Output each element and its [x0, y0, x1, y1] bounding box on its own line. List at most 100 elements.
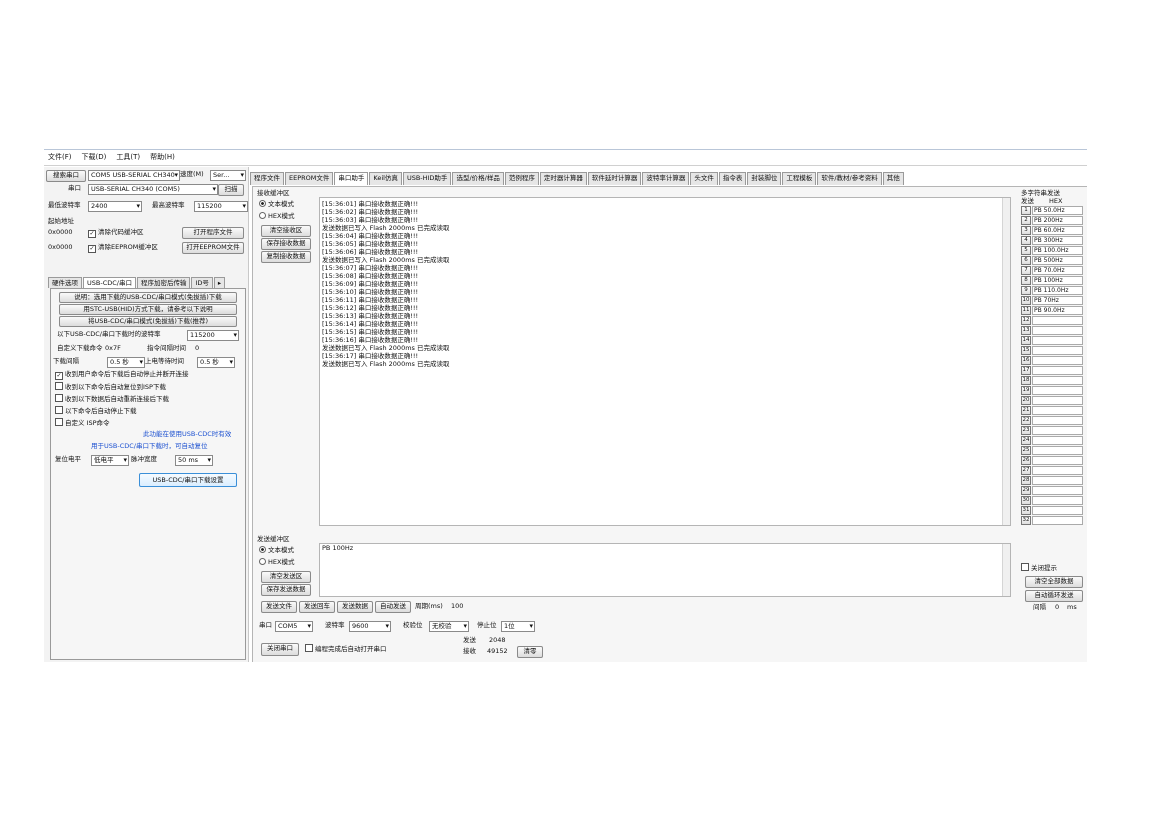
multi-send-button[interactable]: 31	[1021, 506, 1031, 515]
clear-all-button[interactable]: 清空全部数据	[1025, 576, 1083, 588]
multi-string-input[interactable]	[1032, 356, 1083, 365]
save-rx-button[interactable]: 保存接收数据	[261, 238, 311, 250]
multi-string-input[interactable]: PB 60.0Hz	[1032, 226, 1083, 235]
menu-tools[interactable]: 工具(T)	[114, 152, 142, 164]
tab-id[interactable]: ID号	[191, 277, 213, 288]
multi-string-input[interactable]: PB 70.0Hz	[1032, 266, 1083, 275]
multi-send-button[interactable]: 21	[1021, 406, 1031, 415]
tab-usb-hid[interactable]: USB-HID助手	[402, 172, 452, 185]
port-model-select[interactable]: COM5 USB-SERIAL CH340	[88, 170, 180, 181]
multi-send-button[interactable]: 12	[1021, 316, 1031, 325]
usb-info-button-2[interactable]: 用STC-USB(HID)方式下载，请参考以下说明	[59, 304, 237, 315]
rx-scrollbar[interactable]	[1002, 198, 1010, 525]
tab-encrypt[interactable]: 程序加密后传输	[136, 277, 191, 288]
rx-text-mode-radio[interactable]: 文本模式	[259, 200, 294, 209]
multi-string-input[interactable]	[1032, 466, 1083, 475]
open-eeprom-button[interactable]: 打开EEPROM文件	[182, 242, 244, 254]
cmd-value[interactable]: 0x7F	[105, 344, 121, 353]
usb-cdc-settings-button[interactable]: USB-CDC/串口下载设置	[139, 473, 237, 487]
multi-string-input[interactable]	[1032, 506, 1083, 515]
multi-send-button[interactable]: 10	[1021, 296, 1031, 305]
usb-info-button-3[interactable]: 将USB-CDC/串口模式(免拔插)下载(推荐)	[59, 316, 237, 327]
tab-scroll-icon[interactable]: ▸	[213, 277, 226, 288]
multi-send-button[interactable]: 6	[1021, 256, 1031, 265]
multi-string-input[interactable]	[1032, 456, 1083, 465]
tx-scrollbar[interactable]	[1002, 544, 1010, 596]
multi-string-input[interactable]	[1032, 416, 1083, 425]
clear-eeprom-checkbox[interactable]: ✓ 清除EEPROM缓冲区	[88, 243, 158, 253]
multi-send-button[interactable]: 18	[1021, 376, 1031, 385]
multi-send-button[interactable]: 7	[1021, 266, 1031, 275]
rx-textbox[interactable]: [15:36:01] 串口接收数据正确!!! [15:36:02] 串口接收数据正…	[319, 197, 1011, 526]
multi-string-input[interactable]: PB 500Hz	[1032, 256, 1083, 265]
auto-send-button[interactable]: 自动发送	[375, 601, 411, 613]
multi-send-button[interactable]: 17	[1021, 366, 1031, 375]
tab-usb-cdc[interactable]: USB-CDC/串口	[83, 277, 136, 288]
multi-send-button[interactable]: 20	[1021, 396, 1031, 405]
clear-tx-button[interactable]: 清空发送区	[261, 571, 311, 583]
scan-button[interactable]: 扫描	[218, 184, 244, 196]
tx-text-mode-radio[interactable]: 文本模式	[259, 546, 294, 555]
multi-string-input[interactable]	[1032, 476, 1083, 485]
parity-select[interactable]: 无校验	[429, 621, 469, 632]
clear-rx-button[interactable]: 清空接收区	[261, 225, 311, 237]
rx-hex-mode-radio[interactable]: HEX模式	[259, 212, 294, 221]
multi-string-input[interactable]	[1032, 326, 1083, 335]
tx-textbox[interactable]: PB 100Hz	[319, 543, 1011, 597]
copy-rx-button[interactable]: 复制接收数据	[261, 251, 311, 263]
tab-program-file[interactable]: 程序文件	[250, 172, 284, 185]
tab-docs[interactable]: 软件/教材/参考资料	[817, 172, 882, 185]
period-value[interactable]: 100	[451, 602, 463, 611]
multi-string-input[interactable]	[1032, 496, 1083, 505]
tab-eeprom-file[interactable]: EEPROM文件	[285, 172, 334, 185]
multi-string-input[interactable]	[1032, 396, 1083, 405]
tab-keil[interactable]: Keil仿真	[369, 172, 402, 185]
multi-string-input[interactable]: PB 200Hz	[1032, 216, 1083, 225]
save-tx-button[interactable]: 保存发送数据	[261, 584, 311, 596]
close-tip-checkbox[interactable]: 关闭提示	[1021, 563, 1057, 573]
serial-port-select[interactable]: COM5	[275, 621, 313, 632]
interval-select[interactable]: 0.5 秒	[107, 357, 145, 368]
multi-string-input[interactable]	[1032, 376, 1083, 385]
multi-string-input[interactable]: PB 100.0Hz	[1032, 246, 1083, 255]
multi-string-input[interactable]	[1032, 426, 1083, 435]
tab-examples[interactable]: 范例程序	[504, 172, 539, 185]
auto-loop-button[interactable]: 自动循环发送	[1025, 590, 1083, 602]
send-data-button[interactable]: 发送数据	[337, 601, 373, 613]
search-port-button[interactable]: 搜索串口	[46, 170, 86, 182]
multi-string-input[interactable]: PB 110.0Hz	[1032, 286, 1083, 295]
menu-download[interactable]: 下载(D)	[80, 152, 109, 164]
multi-send-button[interactable]: 3	[1021, 226, 1031, 235]
multi-send-button[interactable]: 9	[1021, 286, 1031, 295]
multi-string-input[interactable]	[1032, 366, 1083, 375]
tab-package[interactable]: 封装脚位	[747, 172, 782, 185]
tab-serial-assistant[interactable]: 串口助手	[334, 172, 369, 185]
multi-send-button[interactable]: 8	[1021, 276, 1031, 285]
delay-value[interactable]: 0	[195, 344, 199, 353]
multi-string-input[interactable]	[1032, 446, 1083, 455]
multi-string-input[interactable]	[1032, 346, 1083, 355]
min-baud-select[interactable]: 2400	[88, 201, 142, 212]
baud-select[interactable]: 9600	[349, 621, 391, 632]
multi-send-button[interactable]: 32	[1021, 516, 1031, 525]
tab-delay-calc[interactable]: 软件延时计算器	[587, 172, 642, 185]
multi-send-button[interactable]: 28	[1021, 476, 1031, 485]
loop-interval-value[interactable]: 0	[1055, 603, 1059, 612]
multi-send-button[interactable]: 29	[1021, 486, 1031, 495]
multi-string-input[interactable]: PB 300Hz	[1032, 236, 1083, 245]
menu-help[interactable]: 帮助(H)	[148, 152, 177, 164]
tab-template[interactable]: 工程模板	[782, 172, 817, 185]
multi-send-button[interactable]: 16	[1021, 356, 1031, 365]
multi-send-button[interactable]: 15	[1021, 346, 1031, 355]
multi-string-input[interactable]	[1032, 486, 1083, 495]
wait-select[interactable]: 0.5 秒	[197, 357, 235, 368]
multi-send-button[interactable]: 22	[1021, 416, 1031, 425]
tx-hex-mode-radio[interactable]: HEX模式	[259, 558, 294, 567]
send-file-button[interactable]: 发送文件	[261, 601, 297, 613]
speed-select[interactable]: Ser...	[210, 170, 246, 181]
multi-send-button[interactable]: 27	[1021, 466, 1031, 475]
multi-send-button[interactable]: 26	[1021, 456, 1031, 465]
menu-file[interactable]: 文件(F)	[46, 152, 74, 164]
multi-string-input[interactable]	[1032, 386, 1083, 395]
tab-baud-calc[interactable]: 波特率计算器	[642, 172, 690, 185]
